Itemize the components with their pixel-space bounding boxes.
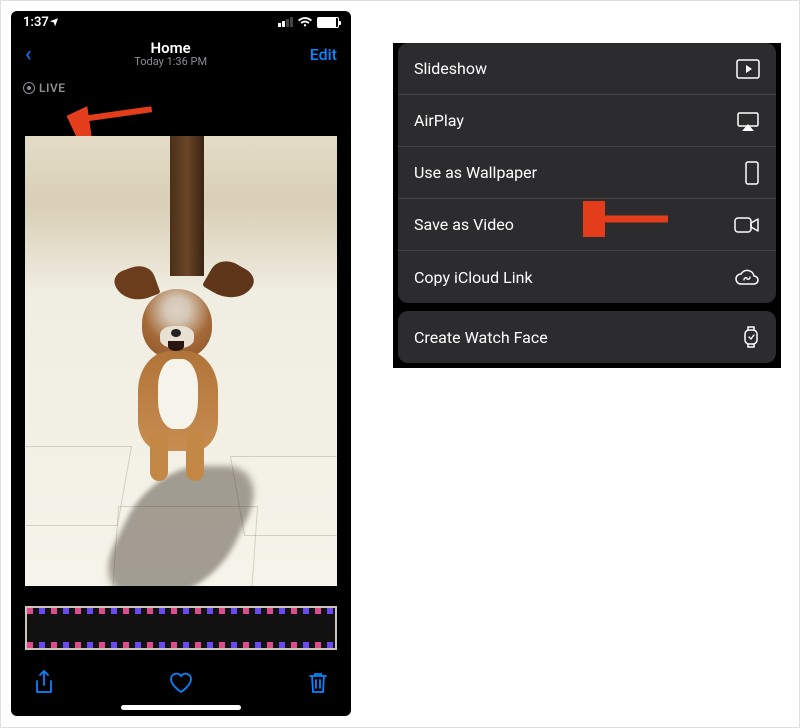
annotation-arrow-save-video: [583, 201, 673, 237]
watch-icon: [742, 325, 760, 349]
menu-label: Create Watch Face: [414, 328, 548, 347]
video-icon: [734, 216, 760, 234]
live-badge: LIVE: [23, 81, 66, 95]
wallpaper-icon: [744, 161, 760, 185]
menu-label: Copy iCloud Link: [414, 268, 533, 287]
live-photo-content[interactable]: [25, 136, 337, 586]
home-indicator[interactable]: [121, 705, 241, 710]
share-sheet-menu: Slideshow AirPlay Use as Wallpaper Save …: [393, 43, 781, 368]
trash-icon[interactable]: [307, 670, 329, 694]
icloud-icon: [734, 268, 760, 286]
menu-label: AirPlay: [414, 111, 464, 130]
nav-title: Home: [32, 40, 310, 57]
phone-screenshot: 1:37 ➤ ‹ Home Today 1:36 PM Edit LIVE: [11, 11, 351, 716]
back-button[interactable]: ‹: [25, 42, 32, 67]
nav-bar: ‹ Home Today 1:36 PM Edit: [11, 33, 351, 75]
menu-item-wallpaper[interactable]: Use as Wallpaper: [398, 147, 776, 199]
wifi-icon: [297, 16, 313, 28]
slideshow-icon: [736, 59, 760, 79]
airplay-icon: [736, 111, 760, 131]
photo-scrubber[interactable]: [25, 606, 337, 650]
menu-label: Slideshow: [414, 59, 487, 78]
nav-subtitle: Today 1:36 PM: [32, 56, 310, 68]
status-bar: 1:37 ➤: [11, 11, 351, 33]
menu-item-create-watch-face[interactable]: Create Watch Face: [398, 311, 776, 363]
heart-icon[interactable]: [168, 670, 194, 694]
edit-button[interactable]: Edit: [310, 45, 337, 64]
battery-icon: [317, 17, 339, 28]
menu-item-airplay[interactable]: AirPlay: [398, 95, 776, 147]
menu-item-copy-icloud-link[interactable]: Copy iCloud Link: [398, 251, 776, 303]
menu-label: Save as Video: [414, 215, 514, 234]
share-icon[interactable]: [33, 670, 55, 696]
live-label: LIVE: [39, 81, 66, 95]
bottom-toolbar: [11, 670, 351, 696]
menu-label: Use as Wallpaper: [414, 163, 537, 182]
location-arrow-icon: ➤: [48, 14, 62, 28]
menu-item-slideshow[interactable]: Slideshow: [398, 43, 776, 95]
cellular-signal-icon: [278, 17, 293, 27]
status-time: 1:37: [23, 15, 49, 30]
live-dot-icon: [23, 82, 35, 94]
